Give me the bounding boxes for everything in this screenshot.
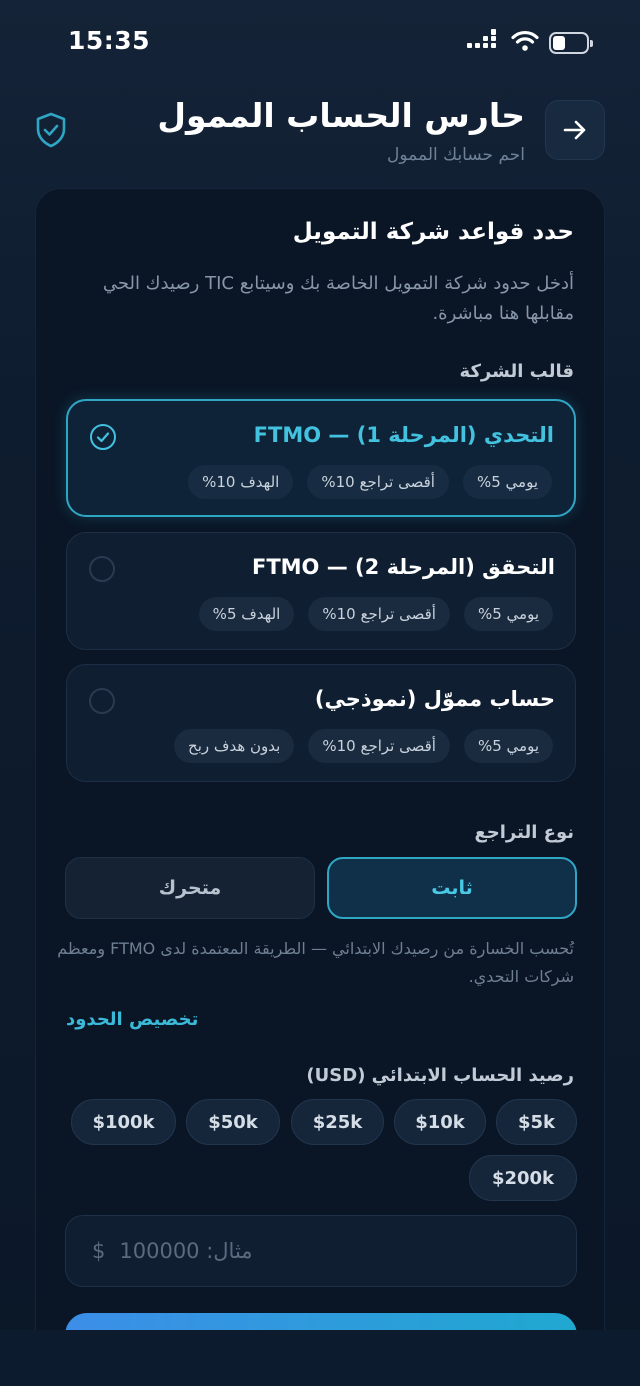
battery-icon	[549, 32, 593, 54]
template-name: التحدي (المرحلة 1) — FTMO	[253, 423, 554, 447]
drawdown-trailing-button[interactable]: متحرك	[65, 857, 315, 919]
template-option-ftmo-phase1[interactable]: التحدي (المرحلة 1) — FTMO يومي 5% أقصى ت…	[66, 399, 576, 517]
template-name: التحقق (المرحلة 2) — FTMO	[251, 555, 555, 579]
check-circle-icon	[90, 424, 116, 450]
card-description: أدخل حدود شركة التمويل الخاصة بك وسيتابع…	[102, 273, 574, 324]
drawdown-description: تُحسب الخسارة من رصيدك الابتدائي — الطري…	[57, 939, 574, 986]
balance-option-5k[interactable]: $5k	[496, 1099, 577, 1145]
shield-check-icon	[36, 112, 66, 148]
balance-input-placeholder: مثال: 100000	[119, 1239, 253, 1263]
chip-target: الهدف 10%	[188, 465, 294, 499]
status-time: 15:35	[68, 26, 151, 55]
page-title: حارس الحساب الممول	[157, 96, 525, 135]
template-option-ftmo-phase2[interactable]: التحقق (المرحلة 2) — FTMO يومي 5% أقصى ت…	[66, 532, 576, 650]
back-button[interactable]	[545, 100, 605, 160]
template-option-funded[interactable]: حساب مموّل (نموذجي) يومي 5% أقصى تراجع 1…	[66, 664, 576, 782]
app-screen: 15:35 حارس الحساب الممول احم حسابك الممو…	[0, 0, 640, 1386]
chip-target: الهدف 5%	[198, 597, 295, 631]
balance-option-25k[interactable]: $25k	[291, 1099, 384, 1145]
balance-input[interactable]: $ مثال: 100000	[65, 1215, 577, 1287]
template-chips: يومي 5% أقصى تراجع 10% الهدف 5%	[198, 597, 553, 631]
drawdown-label: نوع التراجع	[474, 822, 574, 843]
rules-card: حدد قواعد شركة التمويل أدخل حدود شركة ال…	[35, 188, 605, 1386]
template-chips: يومي 5% أقصى تراجع 10% بدون هدف ربح	[174, 729, 553, 763]
chip-max-drawdown: أقصى تراجع 10%	[307, 465, 449, 499]
chip-daily: يومي 5%	[463, 729, 553, 763]
chip-target: بدون هدف ربح	[174, 729, 295, 763]
chip-daily: يومي 5%	[463, 597, 553, 631]
status-bar: 15:35	[0, 0, 640, 86]
chip-max-drawdown: أقصى تراجع 10%	[308, 729, 450, 763]
balance-option-100k[interactable]: $100k	[71, 1099, 176, 1145]
template-name: حساب مموّل (نموذجي)	[314, 687, 555, 711]
customize-limits-link[interactable]: تخصيص الحدود	[66, 1009, 198, 1030]
chip-max-drawdown: أقصى تراجع 10%	[308, 597, 450, 631]
template-chips: يومي 5% أقصى تراجع 10% الهدف 10%	[188, 465, 552, 499]
card-title: حدد قواعد شركة التمويل	[292, 219, 574, 245]
arrow-right-icon	[563, 120, 586, 140]
cellular-signal-icon	[467, 29, 497, 52]
bottom-fade	[0, 1330, 640, 1386]
currency-symbol: $	[92, 1239, 106, 1263]
balance-label: رصيد الحساب الابتدائي (USD)	[306, 1065, 574, 1086]
balance-option-10k[interactable]: $10k	[394, 1099, 486, 1145]
page-subtitle: احم حسابك الممول	[387, 145, 525, 165]
balance-option-50k[interactable]: $50k	[186, 1099, 280, 1145]
radio-circle-icon	[89, 688, 115, 714]
wifi-icon	[511, 30, 539, 51]
radio-circle-icon	[89, 556, 115, 582]
template-label: قالب الشركة	[459, 361, 574, 382]
chip-daily: يومي 5%	[462, 465, 552, 499]
balance-option-200k[interactable]: $200k	[469, 1155, 577, 1201]
drawdown-static-button[interactable]: ثابت	[327, 857, 577, 919]
